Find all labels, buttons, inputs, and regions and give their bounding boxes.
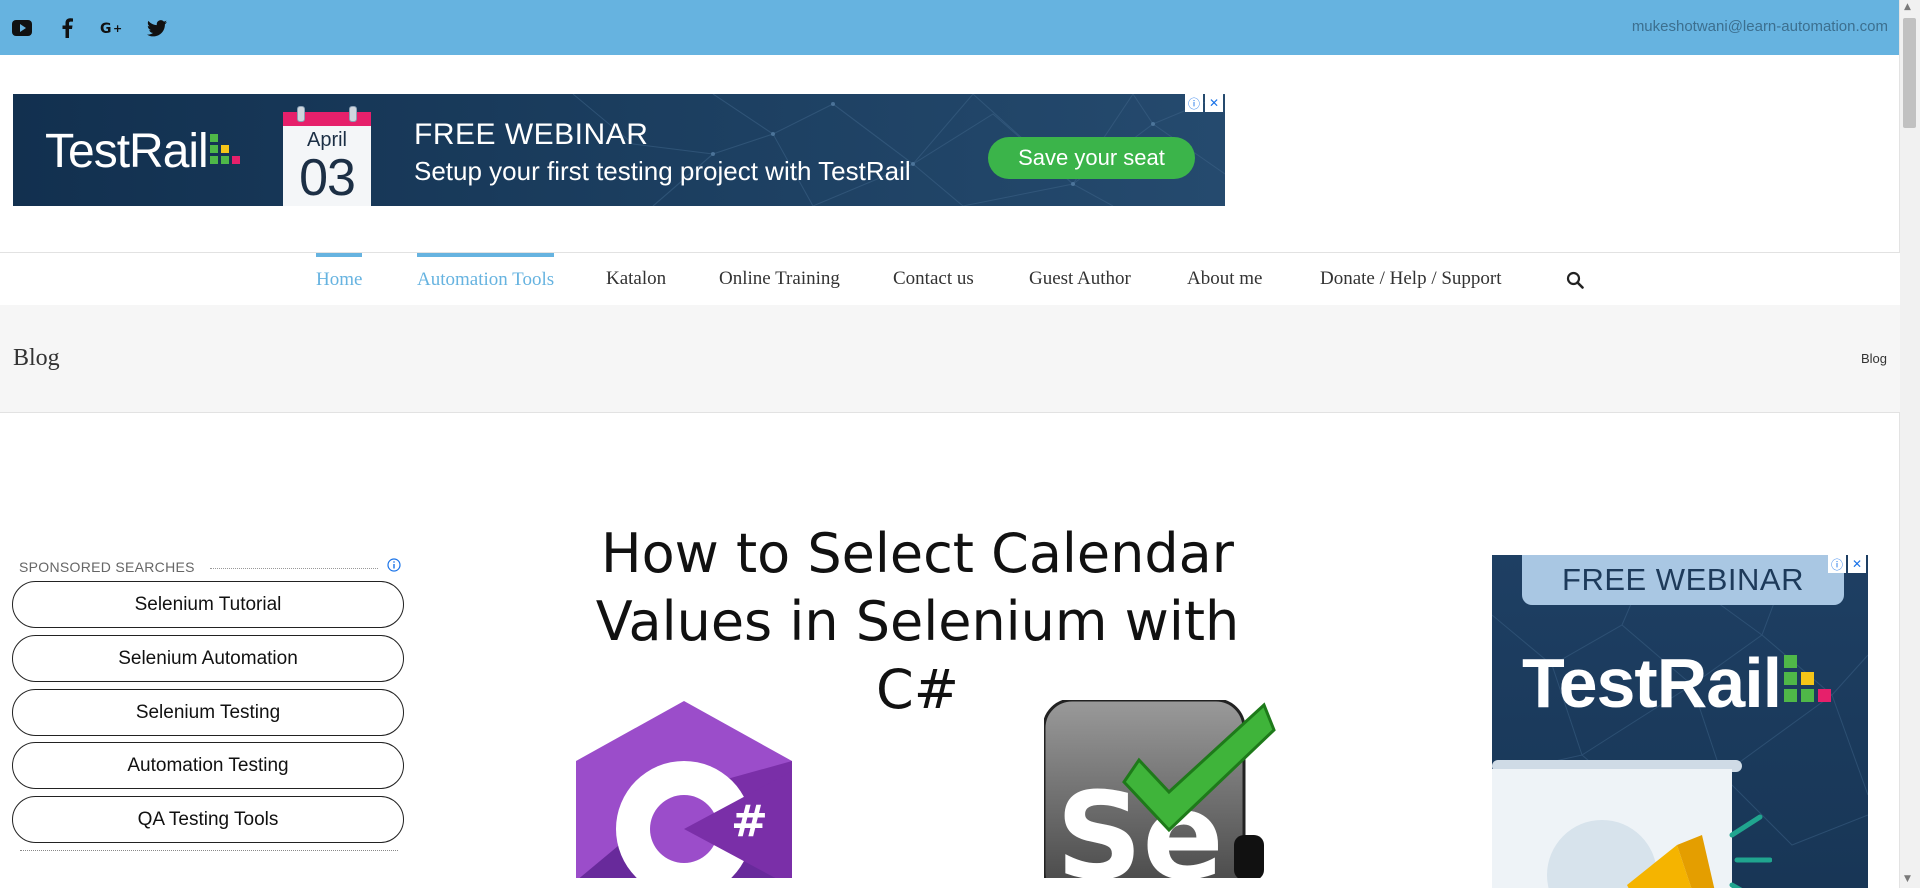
youtube-icon[interactable] [10, 16, 34, 40]
nav-item-donate[interactable]: Donate / Help / Support [1320, 253, 1502, 305]
scroll-up-arrow-icon[interactable]: ▲ [1904, 2, 1911, 12]
side-ad-headline: FREE WEBINAR [1522, 555, 1844, 605]
sponsored-divider [210, 568, 378, 569]
side-banner-ad[interactable]: FREE WEBINAR TestRail ⓘ ✕ [1492, 555, 1868, 888]
nav-item-home[interactable]: Home [316, 253, 363, 305]
brand-name: TestRail [45, 125, 209, 178]
page-title-bar: Blog Blog [0, 305, 1900, 413]
sponsored-bottom-divider [20, 850, 398, 851]
csharp-logo-icon: # [576, 701, 792, 878]
nav-item-automation-tools[interactable]: Automation Tools [417, 253, 555, 305]
featured-title: How to Select Calendar Values in Seleniu… [550, 520, 1285, 724]
megaphone-icon [1547, 814, 1772, 888]
selenium-logo-icon: Se [1044, 700, 1276, 878]
featured-title-line: How to Select Calendar [601, 522, 1234, 585]
csharp-symbol: # [731, 796, 768, 847]
sponsored-search-button[interactable]: Selenium Testing [12, 689, 404, 736]
calendar-ring [349, 106, 357, 122]
calendar-graphic: April 03 [283, 106, 371, 206]
facebook-icon[interactable] [55, 16, 79, 40]
nav-item-online-training[interactable]: Online Training [719, 253, 840, 305]
nav-item-guest-author[interactable]: Guest Author [1029, 253, 1131, 305]
google-plus-icon[interactable]: G + [100, 16, 124, 40]
info-icon[interactable] [387, 558, 401, 572]
save-seat-button[interactable]: Save your seat [988, 137, 1195, 179]
page-scrollbar[interactable]: ▲ ▼ [1899, 0, 1920, 888]
ad-close-icon[interactable]: ✕ [1848, 555, 1866, 573]
sponsored-search-button[interactable]: Selenium Tutorial [12, 581, 404, 628]
testrail-logo-blocks-icon [1784, 655, 1831, 702]
calendar-ring [297, 106, 305, 122]
banner-ad[interactable]: TestRail April 03 FREE WEBINAR Setup you… [13, 94, 1225, 206]
search-icon[interactable] [1566, 271, 1584, 289]
scrollbar-thumb[interactable] [1903, 18, 1916, 128]
side-ad-brand: TestRail [1522, 644, 1782, 722]
ad-info-icon[interactable]: ⓘ [1185, 94, 1203, 112]
nav-item-katalon[interactable]: Katalon [606, 253, 666, 305]
sponsored-label: SPONSORED SEARCHES [19, 559, 195, 575]
banner-headline: FREE WEBINAR [414, 118, 649, 151]
breadcrumb[interactable]: Blog [1861, 351, 1887, 366]
sponsored-search-button[interactable]: Automation Testing [12, 742, 404, 789]
contact-email[interactable]: mukeshotwani@learn-automation.com [1632, 18, 1888, 35]
ad-close-icon[interactable]: ✕ [1205, 94, 1223, 112]
main-nav: Home Automation Tools Katalon Online Tra… [0, 252, 1900, 306]
scroll-down-arrow-icon[interactable]: ▼ [1904, 874, 1911, 884]
sponsored-search-button[interactable]: QA Testing Tools [12, 796, 404, 843]
testrail-logo-blocks-icon [210, 134, 240, 164]
nav-item-about-me[interactable]: About me [1187, 253, 1262, 305]
svg-text:G: G [100, 21, 112, 36]
page-title: Blog [13, 345, 60, 371]
top-bar: G + mukeshotwani@learn-automation.com [0, 0, 1900, 55]
svg-text:+: + [113, 22, 122, 35]
nav-item-contact-us[interactable]: Contact us [893, 253, 974, 305]
featured-image: How to Select Calendar Values in Seleniu… [550, 520, 1430, 878]
calendar-day: 03 [299, 149, 356, 206]
ad-info-icon[interactable]: ⓘ [1828, 555, 1846, 573]
twitter-icon[interactable] [145, 16, 169, 40]
testrail-logo: TestRail [45, 124, 209, 179]
sponsored-search-button[interactable]: Selenium Automation [12, 635, 404, 682]
banner-subline: Setup your first testing project with Te… [414, 156, 911, 186]
